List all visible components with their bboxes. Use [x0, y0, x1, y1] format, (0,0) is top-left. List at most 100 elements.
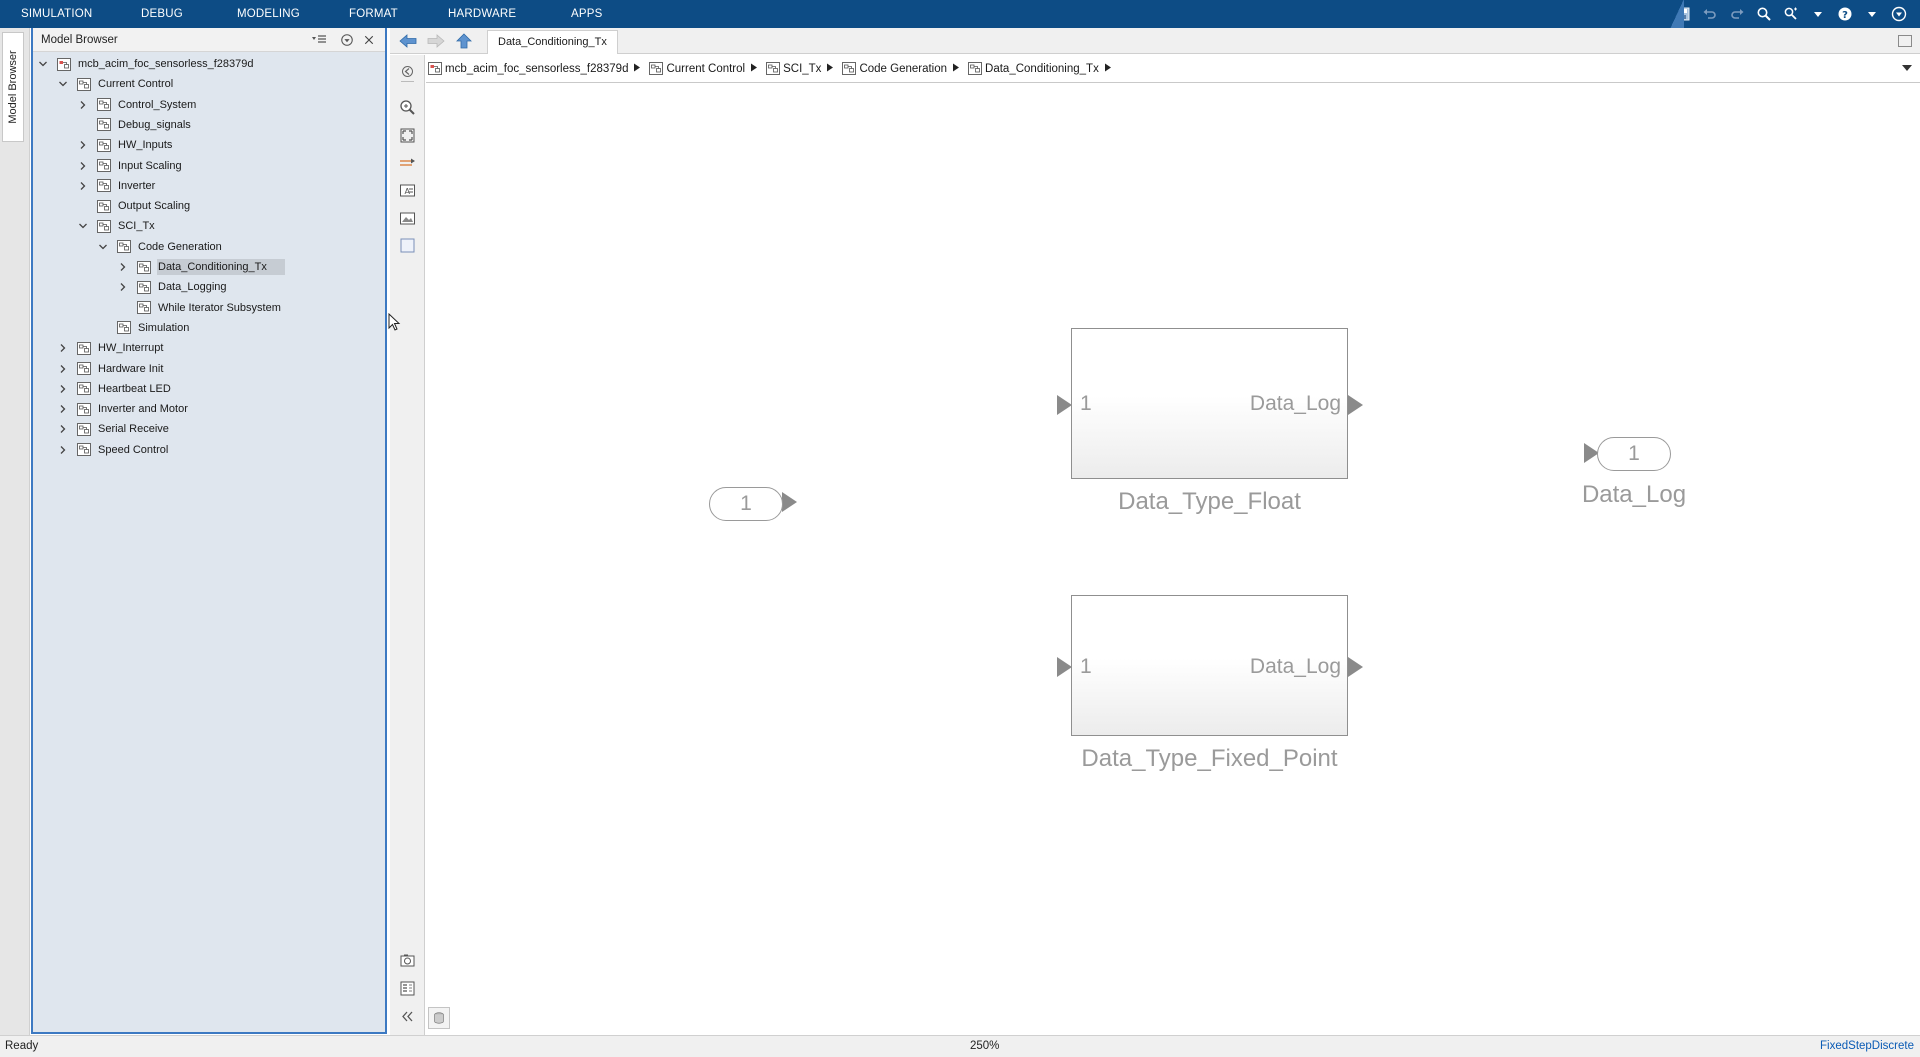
signal-line-icon[interactable]	[398, 154, 417, 173]
subsystem-icon	[77, 422, 91, 436]
chevron-right-icon[interactable]	[77, 139, 89, 151]
menu-simulation[interactable]: SIMULATION	[21, 0, 92, 28]
chevron-down-icon[interactable]	[1809, 5, 1827, 23]
panel-menu-icon[interactable]	[339, 32, 355, 48]
breadcrumb-label: Code Generation	[859, 62, 948, 75]
tree-item-serial-receive[interactable]: Serial Receive	[57, 419, 187, 439]
tree-item-label: Control_System	[118, 98, 197, 111]
chevron-right-icon[interactable]	[57, 342, 69, 354]
menu-modeling[interactable]: MODELING	[237, 0, 300, 28]
image-annotation-icon[interactable]	[398, 209, 417, 228]
chevron-right-icon[interactable]	[57, 383, 69, 395]
breadcrumb-separator-icon[interactable]	[745, 63, 766, 75]
help-icon[interactable]: ?	[1836, 5, 1854, 23]
list-options-icon[interactable]	[311, 32, 327, 48]
chevron-right-icon[interactable]	[57, 363, 69, 375]
undo-icon[interactable]	[1701, 5, 1719, 23]
menu-bar: SIMULATION DEBUG MODELING FORMAT HARDWAR…	[0, 0, 1920, 28]
zoom-level[interactable]: 250%	[970, 1040, 999, 1052]
float-output-port-label: Data_Log	[1249, 392, 1341, 415]
tree-item-mcb-acim-foc-sensorless-f28379d[interactable]: mcb_acim_foc_sensorless_f28379d	[37, 54, 272, 74]
chevron-right-icon[interactable]	[77, 180, 89, 192]
chevron-down-icon[interactable]	[1863, 5, 1881, 23]
breadcrumb-item-data-conditioning-tx[interactable]: Data_Conditioning_Tx	[968, 62, 1120, 75]
back-arrow-icon[interactable]	[398, 32, 418, 50]
tree-item-input-scaling[interactable]: Input Scaling	[77, 156, 200, 176]
block-name-data-type-float[interactable]: Data_Type_Float	[1071, 488, 1348, 516]
screenshot-icon[interactable]	[398, 951, 417, 970]
chevron-right-icon[interactable]	[57, 403, 69, 415]
annotation-icon[interactable]: A	[398, 181, 417, 200]
chevron-right-icon[interactable]	[117, 281, 129, 293]
forward-arrow-icon[interactable]	[426, 32, 446, 50]
zoom-icon[interactable]	[398, 98, 417, 117]
tree-item-output-scaling[interactable]: Output Scaling	[77, 196, 208, 216]
minimize-ribbon-icon[interactable]	[1890, 5, 1908, 23]
chevron-down-icon[interactable]	[97, 241, 109, 253]
breadcrumb-item-sci-tx[interactable]: SCI_Tx	[766, 62, 842, 75]
tree-item-debug-signals[interactable]: Debug_signals	[77, 115, 209, 135]
breadcrumb-item-mcb-acim-foc-sensorless-f28379d[interactable]: mcb_acim_foc_sensorless_f28379d	[428, 62, 649, 75]
tab-data-conditioning-tx[interactable]: Data_Conditioning_Tx	[487, 30, 618, 54]
tree-item-inverter[interactable]: Inverter	[77, 176, 173, 196]
inport-block[interactable]: 1	[709, 487, 783, 521]
menu-hardware[interactable]: HARDWARE	[448, 0, 516, 28]
menu-format[interactable]: FORMAT	[349, 0, 398, 28]
chevron-right-icon[interactable]	[57, 423, 69, 435]
chevron-down-icon[interactable]	[57, 78, 69, 90]
tree-item-while-iterator-subsystem[interactable]: While Iterator Subsystem	[117, 298, 299, 318]
subsystem-data-type-fixed-point[interactable]: 1 Data_Log	[1071, 595, 1348, 736]
tree-item-label: Debug_signals	[118, 118, 191, 131]
model-data-icon[interactable]	[428, 1007, 450, 1029]
model-browser-side-tab[interactable]: Model Browser	[2, 32, 24, 142]
menu-debug[interactable]: DEBUG	[141, 0, 183, 28]
tree-item-data-conditioning-tx[interactable]: Data_Conditioning_Tx	[117, 257, 285, 277]
breadcrumb-separator-icon[interactable]	[1099, 63, 1120, 75]
property-inspector-icon[interactable]	[398, 979, 417, 998]
tree-item-hw-interrupt[interactable]: HW_Interrupt	[57, 338, 181, 358]
tree-item-data-logging[interactable]: Data_Logging	[117, 277, 245, 297]
tab-list-icon[interactable]	[1898, 35, 1912, 47]
outport-block[interactable]: 1	[1597, 437, 1671, 471]
tree-item-control-system[interactable]: Control_System	[77, 95, 214, 115]
tree-item-inverter-and-motor[interactable]: Inverter and Motor	[57, 399, 206, 419]
breadcrumb-separator-icon[interactable]	[947, 63, 968, 75]
chevron-right-icon[interactable]	[77, 99, 89, 111]
simulink-window: SIMULATION DEBUG MODELING FORMAT HARDWAR…	[0, 0, 1920, 1057]
tree-item-label: HW_Inputs	[118, 139, 173, 152]
tree-item-hw-inputs[interactable]: HW_Inputs	[77, 135, 190, 155]
redo-icon[interactable]	[1728, 5, 1746, 23]
chevron-down-icon[interactable]	[1902, 65, 1912, 71]
fit-to-view-icon[interactable]	[398, 126, 417, 145]
tree-item-simulation[interactable]: Simulation	[97, 318, 207, 338]
tree-item-code-generation[interactable]: Code Generation	[97, 237, 240, 257]
chevron-right-icon[interactable]	[77, 160, 89, 172]
breadcrumb-separator-icon[interactable]	[628, 63, 649, 75]
solver-link[interactable]: FixedStepDiscrete	[1820, 1040, 1914, 1052]
breadcrumb-item-code-generation[interactable]: Code Generation	[842, 62, 968, 75]
breadcrumb-separator-icon[interactable]	[821, 63, 842, 75]
chevron-right-icon[interactable]	[117, 261, 129, 273]
model-canvas[interactable]: 1 1 Data_Log Data_Type_Float 1 Data_Log …	[426, 84, 1920, 1035]
tree-item-hardware-init[interactable]: Hardware Init	[57, 359, 181, 379]
tree-item-speed-control[interactable]: Speed Control	[57, 440, 186, 460]
find-icon[interactable]	[1782, 5, 1800, 23]
breadcrumb-item-current-control[interactable]: Current Control	[649, 62, 766, 75]
menu-apps[interactable]: APPS	[571, 0, 602, 28]
close-icon[interactable]	[361, 32, 377, 48]
model-icon	[57, 57, 71, 71]
tree-item-label: Serial Receive	[98, 423, 169, 436]
subsystem-data-type-float[interactable]: 1 Data_Log	[1071, 328, 1348, 479]
up-arrow-icon[interactable]	[454, 32, 474, 50]
tree-item-sci-tx[interactable]: SCI_Tx	[77, 216, 173, 236]
chevron-right-icon[interactable]	[57, 444, 69, 456]
tree-item-heartbeat-led[interactable]: Heartbeat LED	[57, 379, 189, 399]
outport-name[interactable]: Data_Log	[1564, 481, 1704, 509]
chevron-down-icon[interactable]	[77, 220, 89, 232]
area-icon[interactable]	[398, 236, 417, 255]
search-icon[interactable]	[1755, 5, 1773, 23]
chevron-down-icon[interactable]	[37, 58, 49, 70]
tree-item-current-control[interactable]: Current Control	[57, 74, 191, 94]
collapse-palette-icon[interactable]	[398, 1007, 417, 1026]
block-name-data-type-fixed-point[interactable]: Data_Type_Fixed_Point	[1031, 745, 1388, 773]
